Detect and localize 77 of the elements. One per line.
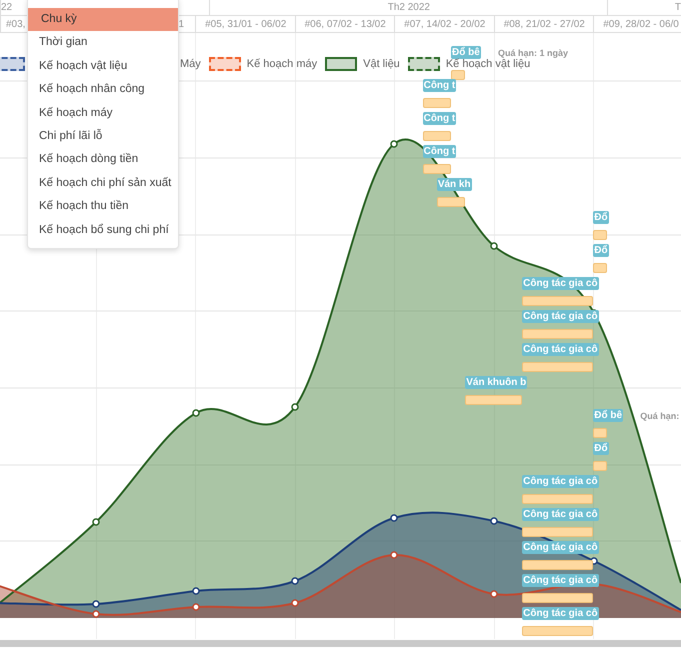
task-bar[interactable]	[451, 70, 466, 80]
menu-item[interactable]: Kế hoạch máy	[28, 102, 178, 125]
task-label[interactable]: Đổ	[593, 442, 609, 455]
data-point	[192, 603, 200, 611]
menu-item[interactable]: Chu kỳ	[28, 8, 178, 32]
month-label: T	[674, 1, 681, 15]
data-point	[291, 599, 299, 607]
week-label: #07, 14/02 - 20/02	[404, 18, 486, 32]
week-label: #09, 28/02 - 06/0	[603, 18, 679, 32]
week-label: 1	[178, 18, 184, 32]
legend-label: Vật liệu	[363, 58, 400, 70]
data-point	[490, 517, 498, 525]
data-point	[390, 514, 398, 522]
week-label: #08, 21/02 - 27/02	[504, 18, 585, 32]
task-label[interactable]: Công tác gia cô	[522, 508, 599, 521]
task-label[interactable]: Đổ	[593, 244, 609, 257]
task-bar[interactable]	[593, 230, 608, 240]
task-label[interactable]: Đổ bê	[593, 409, 624, 422]
legend-label: Máy	[180, 58, 201, 70]
week-label: #05, 31/01 - 06/02	[205, 18, 286, 32]
task-label[interactable]: Công tác gia cô	[522, 475, 599, 488]
task-bar[interactable]	[436, 197, 466, 207]
task-bar[interactable]	[522, 362, 594, 372]
month-label: Th2 2022	[388, 1, 430, 15]
week-label: #03,	[6, 18, 26, 32]
menu-item[interactable]: Kế hoạch bổ sung chi phí	[28, 218, 178, 242]
task-bar[interactable]	[422, 98, 452, 108]
task-bar[interactable]	[465, 395, 522, 405]
task-label[interactable]: Công tác gia cô	[522, 607, 599, 620]
task-bar[interactable]	[522, 560, 594, 570]
task-label[interactable]: Công tác gia cô	[522, 277, 599, 290]
week-label: #06, 07/02 - 13/02	[304, 18, 386, 32]
scrollbar[interactable]	[0, 640, 681, 647]
data-point	[490, 590, 498, 598]
task-label[interactable]: Ván khuôn b	[465, 376, 528, 389]
task-bar[interactable]	[522, 593, 594, 603]
task-bar[interactable]	[593, 263, 608, 273]
menu-item[interactable]: Thời gian	[28, 31, 178, 55]
data-point	[92, 518, 100, 526]
data-point	[192, 587, 200, 595]
task-label[interactable]: Công tác gia cô	[522, 343, 599, 356]
overdue-note: Quá hạn:	[640, 410, 680, 423]
task-label[interactable]: Công t	[422, 112, 456, 125]
task-bar[interactable]	[522, 329, 594, 339]
task-label[interactable]: Đổ	[593, 211, 609, 224]
menu-item[interactable]: Chi phí lãi lỗ	[28, 124, 178, 148]
task-bar[interactable]	[593, 461, 608, 471]
menu-item[interactable]: Kế hoạch thu tiền	[28, 195, 178, 219]
task-bar[interactable]	[422, 131, 452, 141]
legend-label: Kế hoạch máy	[246, 58, 318, 70]
month-label: 22	[1, 1, 12, 15]
task-bar[interactable]	[522, 296, 594, 306]
data-point	[291, 403, 299, 411]
menu-item[interactable]: Kế hoạch nhân công	[28, 78, 178, 102]
data-point	[490, 242, 498, 250]
task-bar[interactable]	[522, 494, 594, 504]
task-label[interactable]: Đổ bê	[451, 46, 481, 59]
menu-item[interactable]: Kế hoạch dòng tiền	[28, 148, 178, 172]
task-bar[interactable]	[422, 164, 452, 174]
data-point	[92, 610, 100, 618]
data-point	[92, 600, 100, 608]
task-bar[interactable]	[593, 428, 608, 438]
task-label[interactable]: Công t	[422, 79, 456, 92]
legend-label: Kế hoạch vật liệu	[446, 58, 530, 70]
data-point	[390, 551, 398, 559]
task-label[interactable]: Công tác gia cô	[522, 541, 599, 554]
data-point	[291, 577, 299, 585]
overdue-note: Quá hạn: 1 ngày	[498, 47, 568, 59]
menu-item[interactable]: Kế hoạch chi phí sản xuất	[28, 172, 178, 196]
task-label[interactable]: Ván kh	[436, 178, 472, 191]
menu-item[interactable]: Kế hoạch vật liệu	[28, 54, 178, 78]
task-bar[interactable]	[522, 626, 594, 636]
data-point	[192, 409, 200, 417]
data-point	[390, 140, 398, 148]
task-label[interactable]: Công t	[422, 145, 456, 158]
task-label[interactable]: Công tác gia cô	[522, 574, 599, 587]
task-bar[interactable]	[522, 527, 594, 537]
